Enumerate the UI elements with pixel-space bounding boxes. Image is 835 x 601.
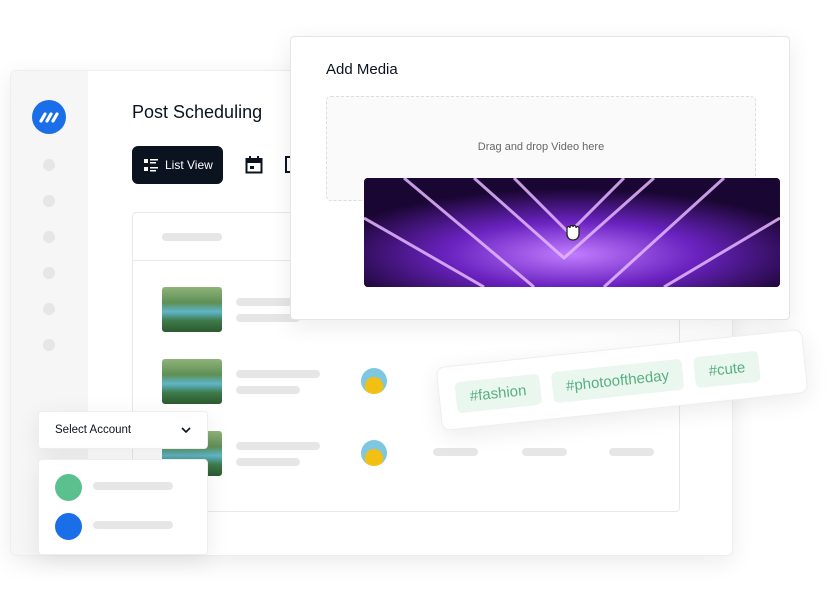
sidebar-item[interactable] [43, 303, 55, 315]
hashtag-chip[interactable]: #cute [693, 350, 761, 388]
sidebar-item[interactable] [43, 159, 55, 171]
hashtag-chip[interactable]: #photooftheday [550, 358, 685, 403]
avatar [361, 440, 387, 466]
calendar-icon[interactable] [245, 156, 263, 174]
text-placeholder [236, 442, 320, 450]
select-account-label: Select Account [55, 424, 132, 436]
account-avatar [55, 513, 82, 540]
sidebar-item[interactable] [43, 231, 55, 243]
page-title: Post Scheduling [132, 102, 263, 122]
chevron-down-icon [181, 427, 191, 433]
brand-logo-icon[interactable] [32, 100, 66, 134]
text-placeholder [433, 448, 478, 456]
post-thumbnail [162, 287, 222, 332]
header-placeholder [162, 233, 222, 241]
hashtag-chip[interactable]: #fashion [454, 373, 542, 413]
avatar [361, 368, 387, 394]
text-placeholder [609, 448, 654, 456]
post-thumbnail [162, 359, 222, 404]
text-placeholder [522, 448, 567, 456]
account-avatar [55, 474, 82, 501]
dropzone-text: Drag and drop Video here [477, 141, 605, 153]
account-name-placeholder [93, 521, 173, 529]
list-icon [144, 159, 158, 172]
text-placeholder [236, 386, 300, 394]
account-name-placeholder [93, 482, 173, 490]
list-view-button[interactable]: List View [132, 146, 223, 184]
sidebar-item[interactable] [43, 267, 55, 279]
list-view-label: List View [165, 158, 213, 172]
sidebar-item[interactable] [43, 195, 55, 207]
modal-title: Add Media [326, 61, 398, 78]
hand-grab-icon [566, 224, 580, 241]
select-account-dropdown[interactable]: Select Account [38, 411, 208, 449]
dragged-video[interactable] [364, 178, 780, 287]
text-placeholder [236, 370, 320, 378]
sidebar-item[interactable] [43, 339, 55, 351]
text-placeholder [236, 458, 300, 466]
account-list [38, 459, 208, 555]
